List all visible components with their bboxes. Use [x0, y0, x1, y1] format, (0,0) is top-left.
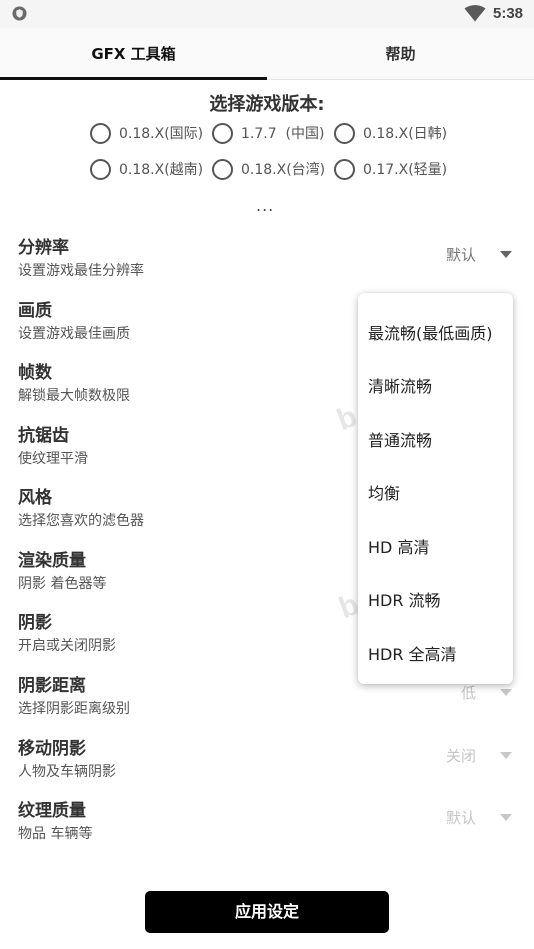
dropdown-option[interactable]: HD 高清	[368, 534, 429, 558]
version-radio-intl[interactable]: 0.18.X(国际)	[90, 119, 203, 147]
tab-gfx-toolbox[interactable]: GFX 工具箱	[0, 28, 267, 80]
status-time: 5:38	[493, 5, 524, 22]
radio-label: 0.18.X(台湾)	[241, 162, 326, 178]
dropdown-option[interactable]: 普通流畅	[368, 427, 432, 451]
dropdown-arrow-icon[interactable]	[500, 251, 512, 259]
radio-label: 0.17.X(轻量)	[363, 162, 448, 178]
setting-title: 移动阴影	[18, 739, 86, 759]
setting-resolution[interactable]: 分辨率 设置游戏最佳分辨率 默认	[0, 231, 534, 287]
radio-circle-icon	[90, 122, 111, 144]
setting-title: 帧数	[18, 363, 52, 383]
version-radio-jpkr[interactable]: 0.18.X(日韩)	[334, 119, 447, 147]
setting-title: 抗锯齿	[18, 426, 69, 446]
setting-subtitle: 开启或关闭阴影	[18, 638, 116, 654]
setting-moving-shadow[interactable]: 移动阴影 人物及车辆阴影 关闭	[0, 732, 534, 788]
setting-value: 默认	[445, 809, 476, 827]
apply-settings-button[interactable]: 应用设定	[145, 891, 389, 933]
shield-icon	[12, 6, 27, 21]
dropdown-arrow-icon[interactable]	[500, 689, 512, 697]
setting-title: 阴影	[18, 613, 52, 633]
screen: 5:38 GFX 工具箱 帮助 选择游戏版本: 0.18.X(国际) 1.7.7…	[0, 0, 534, 949]
status-bar: 5:38	[0, 0, 534, 28]
setting-subtitle: 设置游戏最佳分辨率	[18, 263, 144, 279]
setting-subtitle: 解锁最大帧数极限	[18, 388, 130, 404]
setting-title: 渲染质量	[18, 551, 86, 571]
dropdown-arrow-icon[interactable]	[500, 752, 512, 760]
setting-subtitle: 选择阴影距离级别	[18, 701, 130, 717]
setting-title: 分辨率	[18, 238, 69, 258]
setting-value: 默认	[445, 246, 476, 264]
tab-help[interactable]: 帮助	[267, 28, 534, 80]
dropdown-option[interactable]: 均衡	[368, 480, 400, 504]
setting-subtitle: 使纹理平滑	[18, 451, 88, 467]
dropdown-option[interactable]: 清晰流畅	[368, 373, 432, 397]
setting-title: 纹理质量	[18, 801, 86, 821]
setting-subtitle: 物品 车辆等	[18, 826, 93, 842]
setting-value: 关闭	[445, 747, 476, 765]
radio-circle-icon	[212, 158, 233, 180]
setting-subtitle: 阴影 着色器等	[18, 576, 107, 592]
dropdown-option[interactable]: HDR 流畅	[368, 587, 441, 611]
dropdown-arrow-icon[interactable]	[500, 814, 512, 822]
setting-subtitle: 设置游戏最佳画质	[18, 326, 130, 342]
wifi-icon	[464, 5, 486, 22]
radio-label: 0.18.X(日韩)	[363, 126, 448, 142]
setting-title: 风格	[18, 488, 52, 508]
radio-circle-icon	[212, 122, 233, 144]
tab-bar: GFX 工具箱 帮助	[0, 28, 534, 80]
setting-subtitle: 人物及车辆阴影	[18, 764, 116, 780]
setting-value: 低	[460, 684, 476, 702]
version-radio-china[interactable]: 1.7.7 (中国)	[212, 119, 324, 147]
version-radio-taiwan[interactable]: 0.18.X(台湾)	[212, 155, 325, 183]
setting-title: 画质	[18, 301, 52, 321]
radio-circle-icon	[334, 158, 355, 180]
setting-title: 阴影距离	[18, 676, 86, 696]
version-radio-lite[interactable]: 0.17.X(轻量)	[334, 155, 447, 183]
radio-label: 0.18.X(国际)	[119, 126, 204, 142]
radio-label: 0.18.X(越南)	[119, 162, 204, 178]
dropdown-option[interactable]: 最流畅(最低画质)	[368, 320, 493, 344]
setting-subtitle: 选择您喜欢的滤色器	[18, 513, 144, 529]
version-radio-vietnam[interactable]: 0.18.X(越南)	[90, 155, 203, 183]
radio-circle-icon	[90, 158, 111, 180]
graphics-dropdown-menu: 最流畅(最低画质) 清晰流畅 普通流畅 均衡 HD 高清 HDR 流畅 HDR …	[358, 293, 513, 684]
setting-texture-quality[interactable]: 纹理质量 物品 车辆等 默认	[0, 794, 534, 850]
dropdown-option[interactable]: HDR 全高清	[368, 641, 457, 665]
tab-indicator	[0, 77, 267, 80]
version-title: 选择游戏版本:	[209, 94, 325, 115]
radio-label: 1.7.7 (中国)	[241, 126, 325, 142]
more-button[interactable]: ...	[256, 196, 274, 215]
radio-circle-icon	[334, 122, 355, 144]
